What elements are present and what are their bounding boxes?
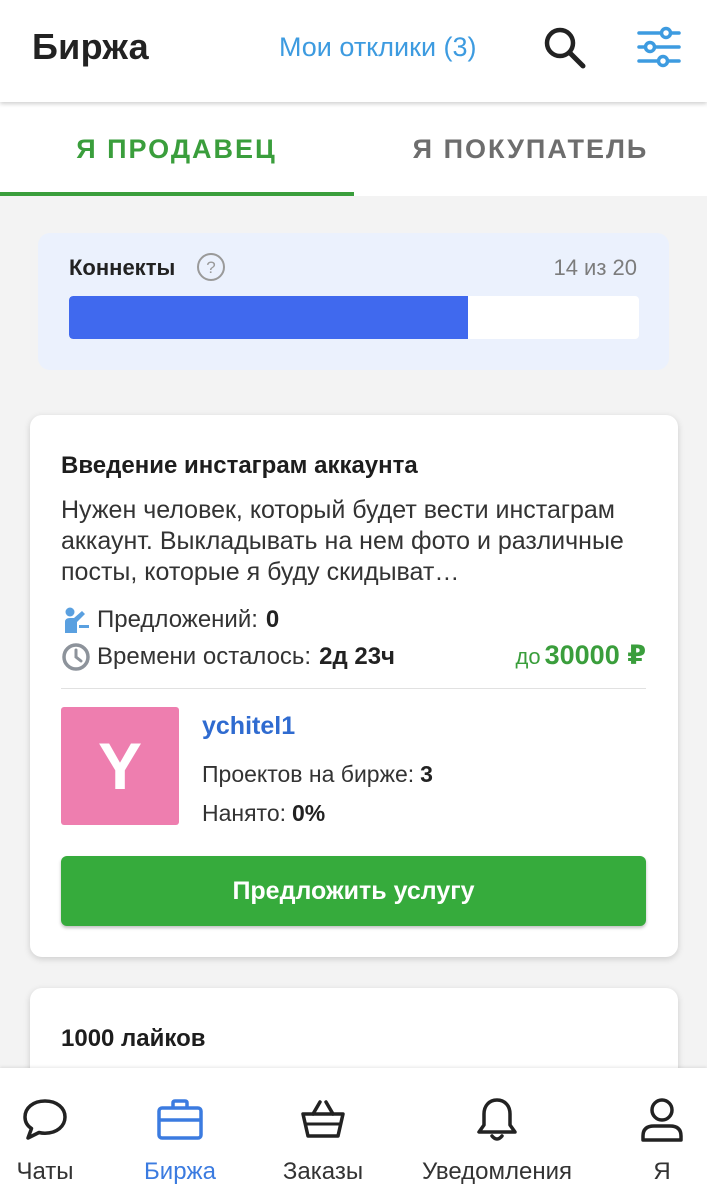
author-hired: Нанято: 0% [202,800,325,827]
author-hired-value: 0% [292,800,326,826]
bell-icon [477,1098,517,1141]
connects-panel: Коннекты ? 14 из 20 [38,233,669,370]
price: до 30000 ₽ [516,640,646,671]
connects-label: Коннекты [69,255,176,280]
time-left-row: Времени осталось: 2д 23ч [61,642,395,672]
svg-text:?: ? [206,258,215,277]
time-left-label: Времени осталось: [97,643,312,670]
search-icon[interactable] [541,24,587,70]
active-tab-indicator [0,192,354,196]
nav-item-me[interactable]: Я [622,1068,702,1200]
question-icon[interactable]: ? [196,252,226,282]
nav-label-me: Я [653,1158,671,1185]
connects-count: 14 из 20 [553,255,637,280]
nav-label-orders: Заказы [282,1158,364,1185]
basket-icon [301,1100,345,1138]
connects-progress-bar [69,296,639,339]
author-projects: Проектов на бирже: 3 [202,761,433,788]
nav-item-chats[interactable]: Чаты [0,1068,90,1200]
avatar[interactable]: Y [61,707,179,825]
chat-icon [23,1099,67,1140]
page-title: Биржа [32,26,150,67]
job-card[interactable]: Введение инстаграм аккаунта Нужен челове… [30,415,678,957]
nav-item-exchange[interactable]: Биржа [130,1068,230,1200]
offer-service-button[interactable]: Предложить услугу [61,856,646,926]
clock-icon [62,643,90,671]
job-title[interactable]: Введение инстаграм аккаунта [61,452,418,480]
offers-row: Предложений: 0 [61,605,279,635]
divider [61,688,646,689]
nav-item-orders[interactable]: Заказы [270,1068,376,1200]
author-hired-label: Нанято: [202,800,287,826]
briefcase-icon [157,1099,203,1140]
tab-seller[interactable]: Я ПРОДАВЕЦ [0,102,353,196]
person-raising-hand-icon [65,607,89,633]
job-title[interactable]: 1000 лайков [61,1025,206,1053]
my-responses-link[interactable]: Мои отклики (3) [279,32,477,63]
nav-label-notifications: Уведомления [421,1158,573,1185]
bottom-navigation: Чаты Биржа Заказы Уведомления Я [0,1068,707,1200]
role-tabs: Я ПРОДАВЕЦ Я ПОКУПАТЕЛЬ [0,102,707,196]
time-left-value: 2д 23ч [319,643,395,670]
user-icon [641,1098,683,1142]
nav-label-exchange: Биржа [144,1158,216,1185]
tab-buyer[interactable]: Я ПОКУПАТЕЛЬ [354,102,707,196]
author-projects-label: Проектов на бирже: [202,761,415,787]
price-prefix: до [515,644,541,669]
price-value: 30000 ₽ [544,640,646,670]
offers-label: Предложений: [97,606,258,633]
author-username[interactable]: ychitel1 [202,712,295,741]
filter-settings-icon[interactable] [636,24,682,70]
job-description: Нужен человек, который будет вести инста… [61,496,624,586]
offers-value: 0 [265,606,280,633]
app-header: Биржа Мои отклики (3) [0,0,707,102]
author-projects-value: 3 [420,761,433,787]
nav-label-chats: Чаты [16,1158,74,1185]
connects-progress-fill [69,296,468,339]
nav-item-notifications[interactable]: Уведомления [408,1068,586,1200]
